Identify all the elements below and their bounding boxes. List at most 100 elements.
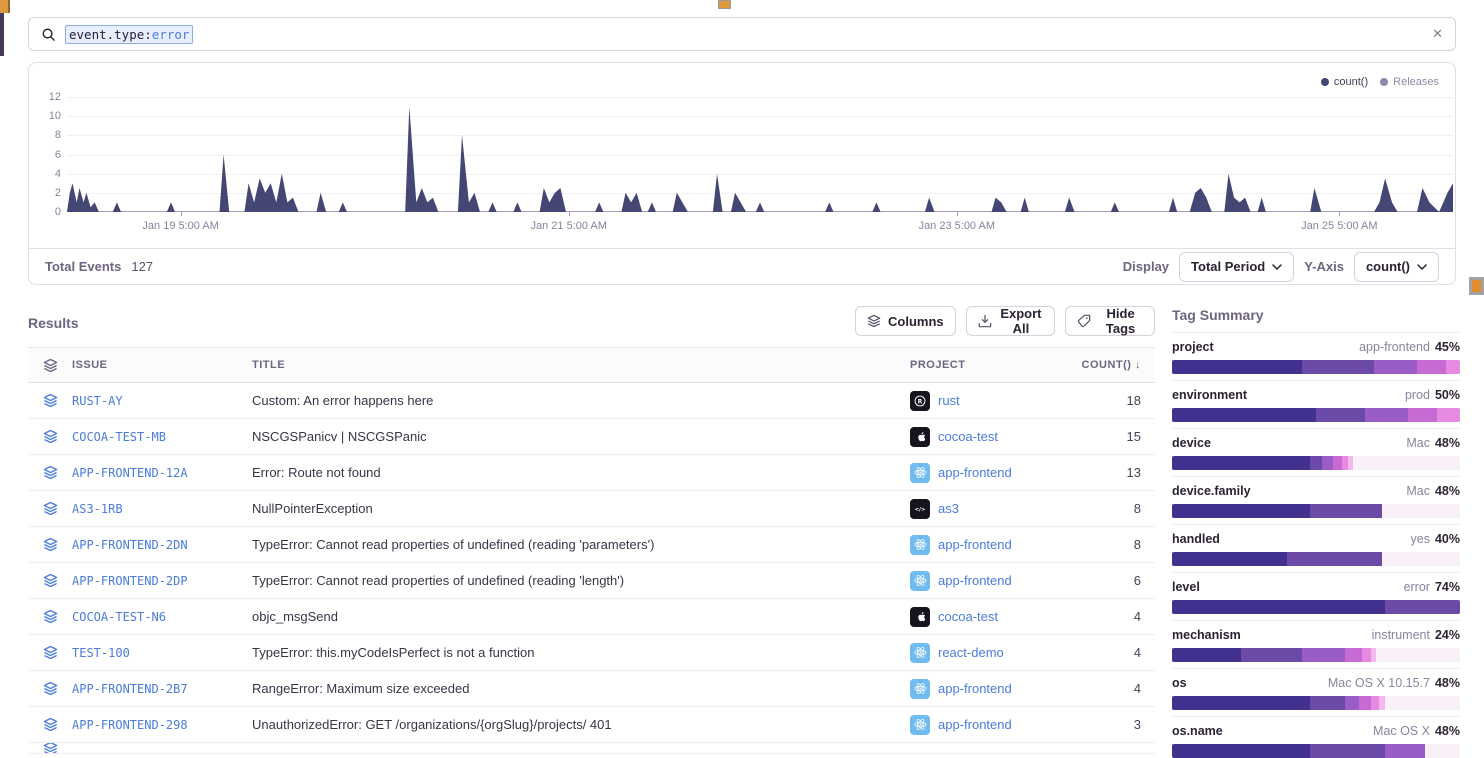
tag-bar-segment: [1172, 600, 1385, 614]
clear-search-icon[interactable]: ✕: [1432, 26, 1443, 42]
platform-react-icon: [910, 535, 930, 555]
tag-bar-segment: [1353, 456, 1460, 470]
project-link[interactable]: app-frontend: [938, 717, 1012, 732]
columns-stack-icon: [867, 314, 881, 328]
issue-link[interactable]: COCOA-TEST-N6: [72, 610, 166, 624]
platform-apple-icon: [910, 607, 930, 627]
tag-distribution-bar[interactable]: [1172, 360, 1460, 374]
tag-bar-segment: [1359, 696, 1371, 710]
table-row: APP-FRONTEND-2DN TypeError: Cannot read …: [28, 527, 1155, 563]
event-count: 4: [1134, 609, 1141, 624]
y-axis-dropdown[interactable]: count(): [1354, 252, 1439, 282]
issue-stack-icon: [43, 393, 58, 408]
search-bar[interactable]: event.type:error ✕: [28, 17, 1456, 51]
export-all-button[interactable]: Export All: [966, 306, 1056, 336]
table-row: COCOA-TEST-N6 objc_msgSend cocoa-test 4: [28, 599, 1155, 635]
tag-summary-item: level error 74%: [1172, 572, 1460, 620]
project-link[interactable]: app-frontend: [938, 537, 1012, 552]
tag-bar-segment: [1322, 456, 1334, 470]
columns-button[interactable]: Columns: [855, 306, 956, 336]
project-link[interactable]: app-frontend: [938, 681, 1012, 696]
issue-title: UnauthorizedError: GET /organizations/{o…: [252, 717, 910, 732]
tag-top-value: yes: [1411, 532, 1430, 546]
project-link[interactable]: rust: [938, 393, 960, 408]
tag-distribution-bar[interactable]: [1172, 600, 1460, 614]
issue-link[interactable]: COCOA-TEST-MB: [72, 430, 166, 444]
chart-plot[interactable]: [67, 97, 1453, 212]
tag-top-value: Mac OS X: [1373, 724, 1430, 738]
column-header-project[interactable]: PROJECT: [910, 359, 1075, 371]
issue-stack-icon: [43, 743, 58, 754]
events-chart-panel: count() Releases 024681012 Total Events …: [28, 62, 1456, 285]
tag-bar-segment: [1437, 408, 1460, 422]
issue-link[interactable]: RUST-AY: [72, 394, 123, 408]
tag-top-value: prod: [1405, 388, 1430, 402]
issue-title: TypeError: Cannot read properties of und…: [252, 573, 910, 588]
issue-link[interactable]: APP-FRONTEND-12A: [72, 466, 188, 480]
tag-distribution-bar[interactable]: [1172, 504, 1460, 518]
table-row: APP-FRONTEND-2B7 RangeError: Maximum siz…: [28, 671, 1155, 707]
tag-distribution-bar[interactable]: [1172, 408, 1460, 422]
tag-distribution-bar[interactable]: [1172, 456, 1460, 470]
issue-link[interactable]: APP-FRONTEND-298: [72, 718, 188, 732]
event-count: 4: [1134, 681, 1141, 696]
platform-react-icon: [910, 463, 930, 483]
issue-stack-icon: [43, 681, 58, 696]
project-link[interactable]: app-frontend: [938, 465, 1012, 480]
issue-link[interactable]: AS3-1RB: [72, 502, 123, 516]
tag-bar-segment: [1385, 744, 1425, 758]
search-query-token[interactable]: event.type:error: [65, 25, 193, 44]
tag-summary-item: environment prod 50%: [1172, 380, 1460, 428]
table-row: APP-FRONTEND-12A Error: Route not found …: [28, 455, 1155, 491]
tag-name: handled: [1172, 532, 1220, 546]
search-icon: [41, 27, 56, 42]
event-count: 15: [1127, 429, 1141, 444]
event-count: 8: [1134, 537, 1141, 552]
download-icon: [978, 314, 992, 328]
event-count: 13: [1127, 465, 1141, 480]
project-link[interactable]: cocoa-test: [938, 429, 998, 444]
issue-link[interactable]: APP-FRONTEND-2DP: [72, 574, 188, 588]
issue-stack-icon: [43, 501, 58, 516]
platform-react-icon: [910, 679, 930, 699]
event-count: 6: [1134, 573, 1141, 588]
results-heading: Results: [28, 315, 79, 331]
event-count: 3: [1134, 717, 1141, 732]
tag-bar-segment: [1345, 696, 1359, 710]
issue-link[interactable]: TEST-100: [72, 646, 130, 660]
tag-bar-segment: [1382, 504, 1460, 518]
display-label: Display: [1123, 259, 1169, 274]
selection-handle-top-center: [718, 0, 731, 9]
legend-releases[interactable]: Releases: [1380, 76, 1439, 88]
y-axis-label: Y-Axis: [1304, 259, 1344, 274]
tag-top-percent: 45%: [1435, 340, 1460, 354]
display-dropdown[interactable]: Total Period: [1179, 252, 1294, 282]
project-link[interactable]: cocoa-test: [938, 609, 998, 624]
issue-link[interactable]: APP-FRONTEND-2DN: [72, 538, 188, 552]
tag-bar-segment: [1316, 408, 1365, 422]
search-query-key: event.type:: [69, 27, 152, 42]
tag-name: environment: [1172, 388, 1247, 402]
column-header-issue[interactable]: ISSUE: [72, 359, 252, 371]
tag-bar-segment: [1333, 456, 1342, 470]
tag-icon: [1077, 314, 1091, 328]
column-header-title[interactable]: TITLE: [252, 359, 910, 371]
legend-count[interactable]: count(): [1321, 76, 1368, 88]
hide-tags-button[interactable]: Hide Tags: [1065, 306, 1155, 336]
column-header-count[interactable]: COUNT() ↓: [1075, 359, 1155, 371]
project-link[interactable]: react-demo: [938, 645, 1004, 660]
tag-distribution-bar[interactable]: [1172, 648, 1460, 662]
tag-distribution-bar[interactable]: [1172, 552, 1460, 566]
discover-page: event.type:error ✕ count() Releases 0246…: [0, 0, 1484, 758]
issue-link[interactable]: APP-FRONTEND-2B7: [72, 682, 188, 696]
project-link[interactable]: app-frontend: [938, 573, 1012, 588]
legend-count-dot: [1321, 78, 1329, 86]
tag-top-value: error: [1404, 580, 1430, 594]
tag-summary-heading: Tag Summary: [1172, 307, 1460, 323]
selection-handle-top-left: [0, 0, 10, 13]
project-link[interactable]: as3: [938, 501, 959, 516]
tag-distribution-bar[interactable]: [1172, 696, 1460, 710]
issue-title: NullPointerException: [252, 501, 910, 516]
tag-bar-segment: [1446, 360, 1460, 374]
tag-distribution-bar[interactable]: [1172, 744, 1460, 758]
